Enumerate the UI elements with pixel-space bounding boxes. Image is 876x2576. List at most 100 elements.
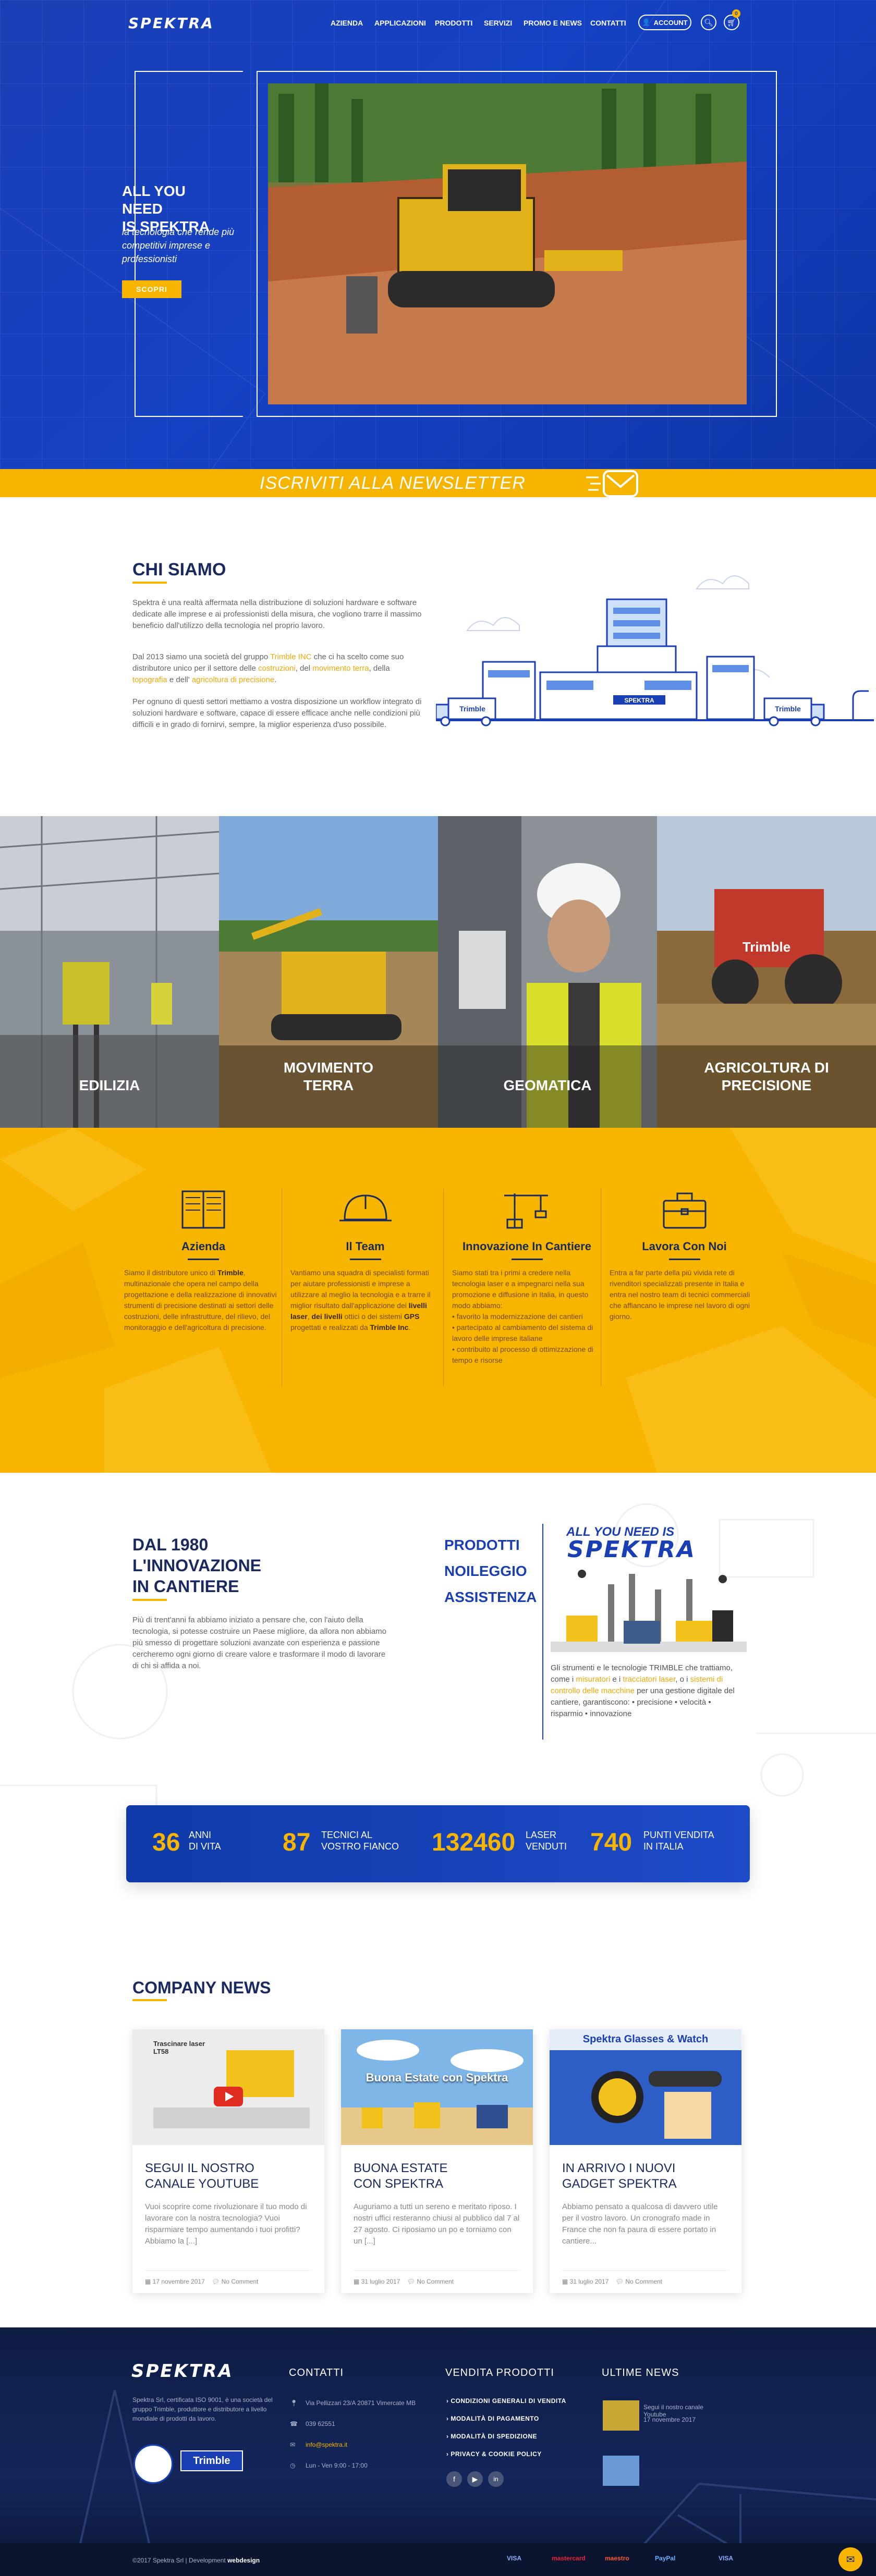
text-span: . <box>274 675 277 684</box>
footer-logo[interactable]: SPEKTRA <box>131 2361 234 2382</box>
category-label-line1: AGRICOLTURA DI <box>704 1059 829 1076</box>
chi-siamo-paragraph-2: Dal 2013 siamo una società del gruppo Tr… <box>132 651 424 686</box>
stat-value: 740 <box>590 1829 632 1856</box>
innovazione-side-text: Gli strumenti e le tecnologie TRIMBLE ch… <box>551 1662 745 1720</box>
link-misuratori[interactable]: misuratori <box>576 1675 610 1684</box>
youtube-icon[interactable]: ▶ <box>467 2471 483 2487</box>
nav-item-servizi[interactable]: SERVIZI <box>484 19 512 27</box>
search-icon: 🔍︎ <box>704 18 713 27</box>
text-span: , del <box>295 664 313 673</box>
news-comments[interactable]: No Comment <box>222 2278 259 2285</box>
brand-logo: SPEKTRA <box>567 1536 697 1563</box>
category-label: GEOMATICA <box>438 1077 657 1094</box>
footer-phone[interactable]: 039 62551 <box>306 2420 335 2427</box>
link-costruzioni[interactable]: costruzioni <box>258 664 296 673</box>
header-logo[interactable]: SPEKTRA <box>128 15 214 32</box>
category-movimento-terra[interactable]: MOVIMENTO TERRA <box>219 816 438 1128</box>
footer-email[interactable]: info@spektra.it <box>306 2441 347 2448</box>
footer-link-label: PRIVACY & COOKIE POLICY <box>451 2450 542 2458</box>
account-button[interactable]: 👤 ACCOUNT <box>638 15 691 30</box>
footer-about: Spektra Srl, certificata ISO 9001, è una… <box>132 2396 273 2422</box>
feature-title: Lavora Con Noi <box>642 1240 727 1253</box>
stats-banner: 36 ANNI DI VITA 87 TECNICI AL VOSTRO FIANC… <box>126 1805 750 1882</box>
footer-news-thumb[interactable] <box>603 2400 639 2431</box>
news-excerpt: Abbiamo pensato a qualcosa di davvero ut… <box>562 2202 718 2246</box>
footer-link[interactable]: › CONDIZIONI GENERALI DI VENDITA <box>446 2397 566 2405</box>
illustration-sign: SPEKTRA <box>624 697 654 704</box>
nav-item-applicazioni[interactable]: APPLICAZIONI <box>374 19 426 27</box>
comment-icon: 💬︎ <box>615 2278 626 2285</box>
newsletter-bar[interactable]: ISCRIVITI ALLA NEWSLETTER <box>0 469 876 497</box>
news-date: 31 luglio 2017 <box>569 2278 609 2285</box>
news-comments[interactable]: No Comment <box>417 2278 454 2285</box>
envelope-icon <box>586 470 638 497</box>
facebook-icon[interactable]: f <box>446 2471 462 2487</box>
text-span: , o i <box>675 1675 690 1684</box>
stat-label: ANNI DI VITA <box>189 1829 221 1852</box>
category-agricoltura[interactable]: Trimble AGRICOLTURA DI PRECISIONE <box>657 816 876 1128</box>
footer-link[interactable]: › PRIVACY & COOKIE POLICY <box>446 2450 542 2458</box>
news-card[interactable]: Spektra Glasses & Watch IN ARRIVO I NUOV… <box>550 2029 741 2293</box>
link-movimento-terra[interactable]: movimento terra <box>312 664 369 673</box>
news-comments[interactable]: No Comment <box>625 2278 662 2285</box>
nav-item-contatti[interactable]: CONTATTI <box>590 19 626 27</box>
innovazione-links: PRODOTTI NOILEGGIO ASSISTENZA <box>444 1532 537 1610</box>
feature-azienda: Azienda Siamo il distributore unico di T… <box>124 1188 283 1333</box>
link-prodotti[interactable]: PRODOTTI <box>444 1532 537 1558</box>
link-assistenza[interactable]: ASSISTENZA <box>444 1584 537 1610</box>
stat-label: LASER VENDUTI <box>526 1829 567 1852</box>
cart-count-badge: 0 <box>732 9 740 18</box>
news-image-caption: Buona Estate con Spektra <box>366 2071 508 2084</box>
user-icon: 👤 <box>642 18 651 26</box>
footer-link[interactable]: › MODALITÀ DI PAGAMENTO <box>446 2415 539 2422</box>
news-title[interactable]: BUONA ESTATE CON SPEKTRA <box>354 2161 520 2192</box>
category-geomatica[interactable]: GEOMATICA <box>438 816 657 1128</box>
chat-button[interactable]: ✉ <box>838 2547 862 2571</box>
news-card[interactable]: Buona Estate con Spektra BUONA ESTATE CON… <box>341 2029 533 2293</box>
trimble-badge: Trimble <box>180 2450 243 2471</box>
developer-link[interactable]: webdesign <box>227 2557 260 2564</box>
link-trimble[interactable]: Trimble INC <box>270 652 311 661</box>
paypal-icon: PayPal <box>655 2555 676 2562</box>
feature-title: Innovazione In Cantiere <box>463 1240 591 1253</box>
nav-item-prodotti[interactable]: PRODOTTI <box>435 19 472 27</box>
nav-item-azienda[interactable]: AZIENDA <box>331 19 363 27</box>
linkedin-icon[interactable]: in <box>488 2471 504 2487</box>
news-title: COMPANY NEWS <box>132 1978 271 1997</box>
footer-link[interactable]: › MODALITÀ DI SPEDIZIONE <box>446 2433 537 2440</box>
link-topografia[interactable]: topografia <box>132 675 167 684</box>
chi-siamo-paragraph-1: Spektra è una realtà affermata nella dis… <box>132 598 422 630</box>
category-label-line1: MOVIMENTO <box>283 1059 374 1076</box>
news-image: Buona Estate con Spektra <box>341 2029 533 2145</box>
link-noleggio[interactable]: NOILEGGIO <box>444 1558 537 1584</box>
innovazione-title-line2: L'INNOVAZIONE <box>132 1556 262 1575</box>
nav-item-promo-news[interactable]: PROMO E NEWS <box>524 19 582 27</box>
discover-button[interactable]: SCOPRI <box>122 280 181 298</box>
innovazione-title-line3: IN CANTIERE <box>132 1577 239 1596</box>
hardhat-icon <box>339 1194 392 1222</box>
news-title[interactable]: SEGUI IL NOSTRO CANALE YOUTUBE <box>145 2161 312 2192</box>
stat-value: 132460 <box>432 1829 516 1856</box>
link-agricoltura[interactable]: agricoltura di precisione <box>192 675 274 684</box>
feature-text: Entra a far parte della più vivida rete … <box>610 1268 750 1321</box>
news-meta: ▦ 17 novembre 2017 💬︎ No Comment <box>145 2270 312 2285</box>
chi-siamo-paragraph-3: Per ognuno di questi settori mettiamo a … <box>132 697 422 729</box>
category-edilizia[interactable]: EDILIZIA <box>0 816 219 1128</box>
category-label-line2: TERRA <box>303 1077 354 1093</box>
mastercard-icon: mastercard <box>552 2555 586 2562</box>
search-button[interactable]: 🔍︎ <box>701 15 716 30</box>
title-underline <box>132 1999 167 2001</box>
iso-badge <box>133 2444 173 2484</box>
link-tracciatori[interactable]: tracciatori laser <box>623 1675 675 1684</box>
footer-news-thumb[interactable] <box>603 2456 639 2486</box>
news-card[interactable]: Trascinare laser LT58 SEGUI IL NOSTRO CAN… <box>132 2029 324 2293</box>
news-title-line1: IN ARRIVO I NUOVI <box>562 2161 676 2175</box>
feature-divider <box>511 1259 543 1260</box>
feature-title: Azienda <box>181 1240 226 1253</box>
news-image: Trascinare laser LT58 <box>132 2029 324 2145</box>
stat-label: TECNICI AL VOSTRO FIANCO <box>321 1829 399 1852</box>
newsletter-label: ISCRIVITI ALLA NEWSLETTER <box>260 473 526 493</box>
news-title[interactable]: IN ARRIVO I NUOVI GADGET SPEKTRA <box>562 2161 729 2192</box>
footer-news-title: ULTIME NEWS <box>602 2367 679 2378</box>
chi-siamo-title: CHI SIAMO <box>132 560 226 580</box>
